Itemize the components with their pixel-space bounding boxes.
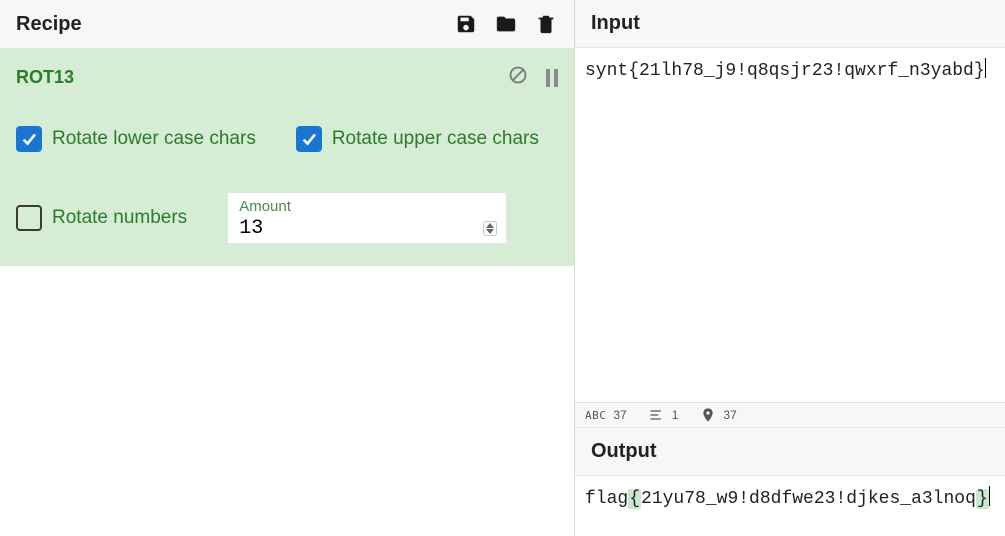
stat-lines-value: 1 — [672, 408, 679, 422]
pause-icon[interactable] — [546, 69, 558, 87]
stat-chars-value: 37 — [613, 408, 626, 422]
operation-card: ROT13 Rotate lower case chars — [0, 49, 574, 266]
lines-icon — [649, 407, 665, 423]
abc-icon: ABC — [585, 409, 606, 422]
status-bar: ABC 37 1 37 — [575, 402, 1005, 428]
input-textarea[interactable]: synt{21lh78_j9!q8qsjr23!qwxrf_n3yabd} — [575, 48, 1005, 402]
output-textarea[interactable]: flag{21yu78_w9!d8dfwe23!djkes_a3lnoq} — [575, 476, 1005, 536]
checkbox-unchecked-icon — [16, 205, 42, 231]
stat-length-value: 37 — [723, 408, 736, 422]
disable-icon[interactable] — [508, 65, 528, 90]
output-value-mid: 21yu78_w9!d8dfwe23!djkes_a3lnoq — [641, 489, 976, 509]
trash-icon[interactable] — [534, 12, 558, 36]
text-cursor — [985, 58, 986, 78]
chevron-up-icon[interactable] — [486, 223, 494, 228]
amount-label: Amount — [239, 198, 497, 215]
save-icon[interactable] — [454, 12, 478, 36]
folder-icon[interactable] — [494, 12, 518, 36]
chevron-down-icon[interactable] — [486, 229, 494, 234]
brace-close-highlight: } — [976, 489, 989, 509]
rotate-lower-label: Rotate lower case chars — [52, 128, 256, 150]
rotate-upper-label: Rotate upper case chars — [332, 128, 539, 150]
amount-field[interactable]: Amount — [227, 192, 507, 244]
stat-length: 37 — [700, 407, 736, 423]
checkbox-checked-icon — [16, 126, 42, 152]
output-title: Output — [591, 440, 989, 463]
location-icon — [700, 407, 716, 423]
rotate-numbers-label: Rotate numbers — [52, 207, 187, 229]
rotate-numbers-checkbox[interactable]: Rotate numbers — [16, 205, 187, 231]
checkbox-checked-icon — [296, 126, 322, 152]
operation-name: ROT13 — [16, 67, 74, 88]
stat-chars: ABC 37 — [585, 408, 627, 422]
text-cursor — [989, 486, 990, 506]
input-title: Input — [591, 12, 989, 35]
amount-input[interactable] — [239, 217, 445, 240]
output-value-pre: flag — [585, 489, 628, 509]
stat-lines: 1 — [649, 407, 679, 423]
brace-open-highlight: { — [628, 489, 641, 509]
rotate-upper-checkbox[interactable]: Rotate upper case chars — [296, 126, 539, 152]
number-stepper[interactable] — [483, 221, 497, 236]
recipe-title: Recipe — [16, 13, 82, 36]
recipe-drop-area[interactable] — [0, 266, 574, 536]
input-value: synt{21lh78_j9!q8qsjr23!qwxrf_n3yabd} — [585, 61, 985, 81]
rotate-lower-checkbox[interactable]: Rotate lower case chars — [16, 126, 256, 152]
